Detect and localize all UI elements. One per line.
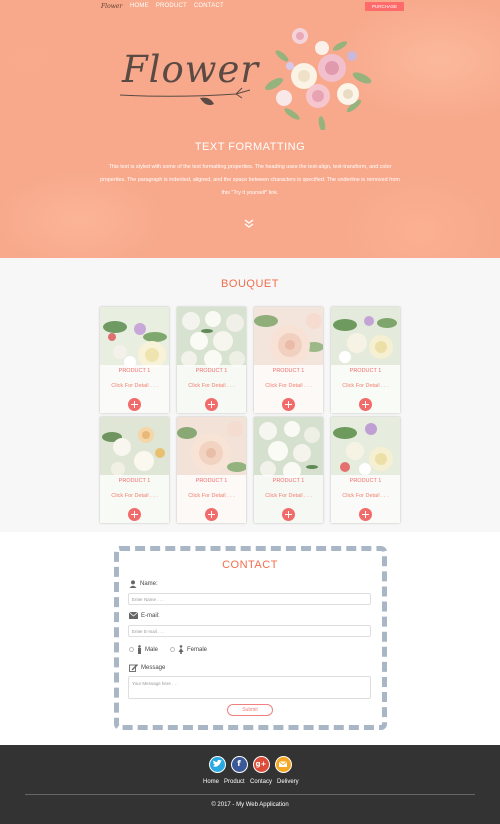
product-card[interactable]: PRODUCT 1 Click For Detail . . . bbox=[254, 417, 323, 523]
product-name: PRODUCT 1 bbox=[272, 478, 305, 484]
envelope-icon bbox=[129, 612, 138, 619]
contact-form-frame bbox=[114, 546, 387, 730]
gender-row: Male Female bbox=[129, 645, 207, 654]
logo-flourish bbox=[119, 87, 251, 106]
male-label: Male bbox=[145, 646, 159, 653]
product-card[interactable]: PRODUCT 1 Click For Detail . . . bbox=[331, 417, 400, 523]
chevron-down-icon[interactable] bbox=[243, 219, 255, 229]
plus-icon[interactable] bbox=[282, 398, 295, 411]
product-detail-link[interactable]: Click For Detail . . . bbox=[177, 493, 246, 499]
product-name: PRODUCT 1 bbox=[349, 368, 382, 374]
email-input[interactable]: Enter E-mail . . . bbox=[128, 625, 371, 637]
name-label-row: Name: bbox=[129, 580, 158, 588]
footer-link-product[interactable]: Product bbox=[224, 779, 245, 785]
plus-icon[interactable] bbox=[359, 398, 372, 411]
product-card[interactable]: PRODUCT 1 Click For Detail . . . bbox=[331, 307, 400, 413]
nav-link-home[interactable]: HOME bbox=[130, 3, 149, 9]
product-detail-link[interactable]: Click For Detail . . . bbox=[331, 493, 400, 499]
facebook-icon[interactable]: f bbox=[231, 756, 248, 773]
product-card[interactable]: PRODUCT 1 Click For Detail . . . bbox=[177, 307, 246, 413]
submit-button[interactable]: Submit bbox=[227, 704, 273, 716]
male-radio[interactable] bbox=[129, 647, 134, 652]
male-icon bbox=[138, 645, 141, 654]
product-card[interactable]: PRODUCT 1 Click For Detail . . . bbox=[100, 307, 169, 413]
name-label: Name: bbox=[140, 581, 158, 587]
bouquet-illustration bbox=[265, 28, 372, 130]
message-textarea[interactable]: Your Message here . . . bbox=[128, 676, 371, 699]
twitter-icon[interactable] bbox=[209, 756, 226, 773]
plus-icon[interactable] bbox=[128, 508, 141, 521]
female-label: Female bbox=[187, 646, 208, 653]
product-detail-link[interactable]: Click For Detail . . . bbox=[331, 383, 400, 389]
product-name: PRODUCT 1 bbox=[195, 478, 228, 484]
hero-title: TEXT FORMATTING bbox=[194, 141, 306, 153]
product-detail-link[interactable]: Click For Detail . . . bbox=[177, 383, 246, 389]
female-radio[interactable] bbox=[170, 647, 176, 652]
email-label-row: E-mail: bbox=[129, 612, 160, 619]
product-name: PRODUCT 1 bbox=[272, 368, 305, 374]
product-name: PRODUCT 1 bbox=[195, 368, 228, 374]
product-detail-link[interactable]: Click For Detail . . . bbox=[254, 383, 323, 389]
message-label-row: Message bbox=[129, 664, 165, 672]
footer-link-home[interactable]: Home bbox=[203, 779, 219, 785]
google-plus-icon[interactable]: g+ bbox=[253, 756, 270, 773]
email-label: E-mail: bbox=[141, 612, 160, 619]
product-card[interactable]: PRODUCT 1 Click For Detail . . . bbox=[177, 417, 246, 523]
footer: f g+ Home Product Contacy Delivery © 201… bbox=[0, 745, 500, 824]
hero-section: Flower HOME PRODUCT CONTACT PURCHASE Flo… bbox=[0, 0, 500, 258]
plus-icon[interactable] bbox=[205, 398, 218, 411]
nav-link-contact[interactable]: CONTACT bbox=[194, 3, 224, 9]
copyright-text: © 2017 - My Web Application bbox=[211, 802, 289, 808]
product-name: PRODUCT 1 bbox=[118, 368, 151, 374]
product-detail-link[interactable]: Click For Detail . . . bbox=[254, 493, 323, 499]
plus-icon[interactable] bbox=[282, 508, 295, 521]
message-label: Message bbox=[141, 665, 166, 671]
top-nav: Flower HOME PRODUCT CONTACT PURCHASE bbox=[0, 0, 500, 14]
contact-title: CONTACT bbox=[222, 559, 278, 571]
footer-link-contacy[interactable]: Contacy bbox=[250, 779, 272, 785]
hero-paragraph: This text is styled with some of the tex… bbox=[100, 164, 400, 196]
edit-icon bbox=[129, 664, 138, 672]
name-input[interactable]: Enter Name . . . bbox=[128, 593, 371, 605]
product-name: PRODUCT 1 bbox=[118, 478, 151, 484]
footer-link-delivery[interactable]: Delivery bbox=[277, 779, 299, 785]
flower-logo: Flower bbox=[118, 48, 258, 108]
nav-link-product[interactable]: PRODUCT bbox=[156, 3, 187, 9]
bouquet-section: BOUQUET bbox=[0, 258, 500, 532]
female-icon bbox=[178, 645, 184, 654]
nav-links: HOME PRODUCT CONTACT bbox=[130, 3, 224, 9]
product-name: PRODUCT 1 bbox=[349, 478, 382, 484]
product-card[interactable]: PRODUCT 1 Click For Detail . . . bbox=[100, 417, 169, 523]
plus-icon[interactable] bbox=[205, 508, 218, 521]
plus-icon[interactable] bbox=[359, 508, 372, 521]
plus-icon[interactable] bbox=[128, 398, 141, 411]
mail-icon[interactable] bbox=[275, 756, 292, 773]
bouquet-title: BOUQUET bbox=[221, 278, 279, 290]
nav-brand[interactable]: Flower bbox=[101, 3, 122, 10]
product-detail-link[interactable]: Click For Detail . . . bbox=[100, 493, 169, 499]
product-card[interactable]: PRODUCT 1 Click For Detail . . . bbox=[254, 307, 323, 413]
footer-divider bbox=[25, 794, 475, 795]
user-icon bbox=[129, 580, 137, 588]
purchase-button[interactable]: PURCHASE bbox=[365, 2, 404, 11]
product-detail-link[interactable]: Click For Detail . . . bbox=[100, 383, 169, 389]
